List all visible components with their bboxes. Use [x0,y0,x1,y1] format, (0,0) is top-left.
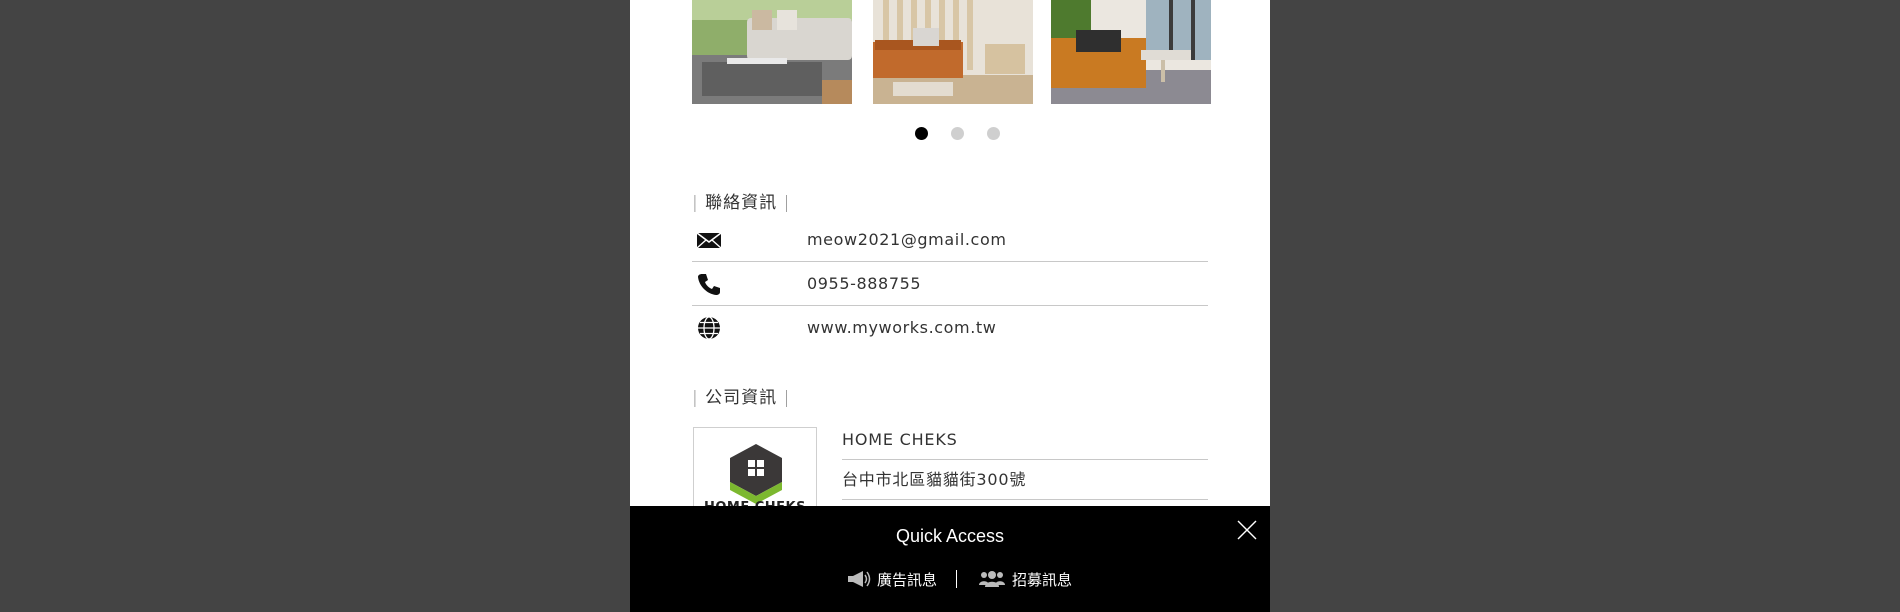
company-section-title: | 公司資訊 | [692,388,791,408]
users-icon [979,571,1005,587]
living-room-photo [1051,0,1211,104]
contact-row-phone[interactable]: 0955-888755 [692,262,1208,306]
ad-info-link[interactable]: 廣告訊息 [847,567,937,591]
divider [842,499,1208,500]
house-logo-icon [730,444,782,504]
contact-email[interactable]: meow2021@gmail.com [807,218,1007,262]
company-title-text: 公司資訊 [705,388,778,408]
gallery-image-3[interactable] [1051,0,1211,104]
company-address-row: 台中市北區貓貓街300號 [842,460,1208,500]
gallery-dot-1[interactable] [915,127,928,140]
company-name-row: HOME CHEKS [842,420,1208,460]
gallery-image-2[interactable] [873,0,1033,104]
gallery-dot-3[interactable] [987,127,1000,140]
living-room-photo [692,0,852,104]
contact-title-text: 聯絡資訊 [705,193,778,213]
close-icon [1237,520,1257,540]
divider [956,570,957,588]
mail-icon [696,228,722,252]
megaphone-icon [848,571,871,587]
contact-row-website[interactable]: www.myworks.com.tw [692,306,1208,350]
living-room-photo [873,0,1033,104]
globe-icon [696,316,722,340]
quick-access-panel: Quick Access 廣告訊息 招募訊息 [630,506,1270,612]
gallery-pagination [630,127,1270,141]
contact-website[interactable]: www.myworks.com.tw [807,306,997,350]
gallery-dot-2[interactable] [951,127,964,140]
contact-row-email[interactable]: meow2021@gmail.com [692,218,1208,262]
company-name: HOME CHEKS [842,430,958,449]
close-button[interactable] [1235,518,1259,542]
contact-phone[interactable]: 0955-888755 [807,262,921,306]
contact-section-title: | 聯絡資訊 | [692,193,791,213]
quick-access-title: Quick Access [895,526,1005,546]
ad-info-label: 廣告訊息 [877,570,938,589]
gallery-image-1[interactable] [692,0,852,104]
company-address: 台中市北區貓貓街300號 [842,470,1027,489]
phone-icon [696,272,722,296]
recruit-info-label: 招募訊息 [1012,570,1073,589]
recruit-info-link[interactable]: 招募訊息 [978,567,1072,591]
